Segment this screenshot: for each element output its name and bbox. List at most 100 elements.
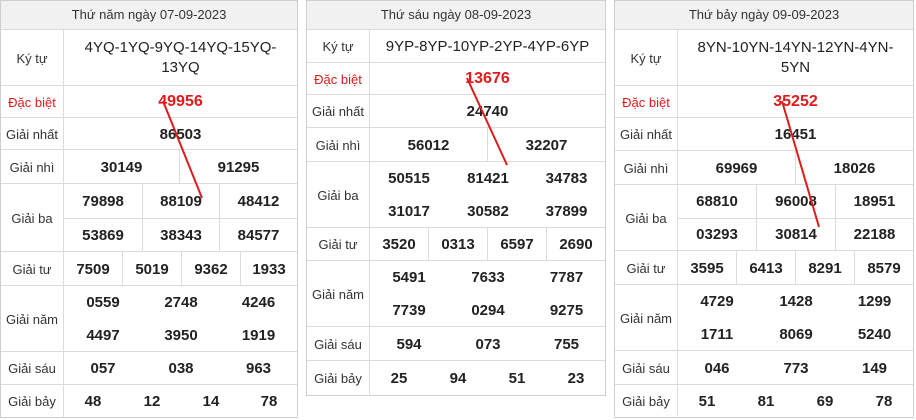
dac-biet-value: 13676 xyxy=(465,70,510,87)
giai-tu-label: Giải tư xyxy=(615,251,678,285)
giai-sau-label: Giải sáu xyxy=(615,351,678,385)
giai-nhat-value: 16451 xyxy=(774,126,817,143)
result-table-1: Thứ năm ngày 07-09-2023 Ký tự 4YQ-1YQ-9Y… xyxy=(0,0,298,418)
giai-sau-row: Giải sáu 594 073 755 xyxy=(307,326,605,361)
giai-sau-value: 046 xyxy=(704,359,730,377)
giai-nhi-row: Giải nhì 30149 91295 xyxy=(1,149,297,184)
giai-sau-value: 057 xyxy=(90,360,116,377)
ky-tu-label: Ký tự xyxy=(615,30,678,86)
giai-bay-label: Giải bảy xyxy=(1,385,64,418)
giai-nam-label: Giải năm xyxy=(307,261,370,327)
giai-ba-value: 96008 xyxy=(775,193,817,210)
table-title: Thứ sáu ngày 08-09-2023 xyxy=(307,1,605,30)
result-table-3: Thứ bảy ngày 09-09-2023 Ký tự 8YN-10YN-1… xyxy=(614,0,914,418)
giai-nam-value: 8069 xyxy=(779,326,813,343)
ky-tu-value: 8YN-10YN-14YN-12YN-4YN- 5YN xyxy=(697,39,894,76)
giai-bay-value: 51 xyxy=(508,370,526,387)
giai-ba-value: 48412 xyxy=(237,192,280,210)
giai-ba-value: 79898 xyxy=(82,192,124,210)
giai-tu-value: 7509 xyxy=(76,260,110,278)
giai-sau-value: 594 xyxy=(396,335,422,353)
giai-ba-value: 81421 xyxy=(467,170,509,187)
giai-nam-value: 4497 xyxy=(86,327,120,344)
giai-tu-value: 2690 xyxy=(559,236,593,253)
dac-biet-value: 35252 xyxy=(773,93,818,110)
giai-bay-value: 51 xyxy=(698,393,716,410)
giai-nam-value: 1711 xyxy=(700,326,734,343)
giai-nam-value: 0294 xyxy=(471,302,505,319)
giai-sau-value: 963 xyxy=(245,360,272,377)
giai-nhi-value: 32207 xyxy=(525,136,568,154)
giai-nhat-row: Giải nhất 24740 xyxy=(307,94,605,128)
giai-tu-value: 3595 xyxy=(690,259,724,277)
giai-tu-value: 6413 xyxy=(749,259,783,277)
giai-bay-value: 94 xyxy=(449,370,467,387)
ky-tu-value: 4YQ-1YQ-9YQ-14YQ-15YQ- 13YQ xyxy=(84,39,277,76)
dac-biet-row: Đặc biệt 49956 xyxy=(1,85,297,118)
giai-ba-value: 22188 xyxy=(853,226,896,243)
giai-nhat-value: 24740 xyxy=(466,103,509,120)
giai-tu-value: 5019 xyxy=(135,260,169,278)
ky-tu-label: Ký tự xyxy=(1,30,64,86)
giai-nam-row: Giải năm 0559 2748 4246 4497 3950 1919 xyxy=(1,285,297,352)
table-title: Thứ bảy ngày 09-09-2023 xyxy=(615,1,913,30)
giai-ba-value: 68810 xyxy=(696,193,738,210)
giai-sau-row: Giải sáu 057 038 963 xyxy=(1,351,297,385)
giai-sau-value: 773 xyxy=(783,359,809,377)
giai-ba-row: Giải ba 50515 81421 34783 31017 30582 37… xyxy=(307,161,605,228)
giai-sau-row: Giải sáu 046 773 149 xyxy=(615,350,913,385)
giai-tu-row: Giải tư 7509 5019 9362 1933 xyxy=(1,251,297,286)
giai-nam-value: 5491 xyxy=(392,269,426,286)
giai-nam-value: 4246 xyxy=(241,294,276,311)
giai-nhi-value: 56012 xyxy=(407,136,450,154)
giai-bay-value: 81 xyxy=(757,393,775,410)
giai-sau-value: 755 xyxy=(553,335,580,353)
giai-nhi-label: Giải nhì xyxy=(1,150,64,184)
giai-nhat-label: Giải nhất xyxy=(615,118,678,151)
giai-nhi-value: 18026 xyxy=(833,159,876,177)
giai-nhat-label: Giải nhất xyxy=(1,118,64,150)
dac-biet-value: 49956 xyxy=(158,93,203,110)
giai-ba-value: 37899 xyxy=(545,203,588,220)
giai-ba-value: 88109 xyxy=(160,192,202,210)
giai-tu-value: 8291 xyxy=(808,259,842,277)
giai-ba-value: 03293 xyxy=(696,226,738,243)
giai-tu-value: 1933 xyxy=(252,260,286,278)
giai-bay-value: 25 xyxy=(390,370,408,387)
giai-nam-label: Giải năm xyxy=(615,285,678,351)
giai-bay-value: 69 xyxy=(816,393,834,410)
giai-ba-value: 31017 xyxy=(388,203,430,220)
giai-tu-label: Giải tư xyxy=(307,228,370,261)
giai-nam-value: 1919 xyxy=(241,327,276,344)
dac-biet-label: Đặc biệt xyxy=(1,86,64,118)
table-title: Thứ năm ngày 07-09-2023 xyxy=(1,1,297,30)
giai-ba-value: 30814 xyxy=(775,226,817,243)
giai-nam-row: Giải năm 5491 7633 7787 7739 0294 9275 xyxy=(307,260,605,327)
giai-nhat-row: Giải nhất 86503 xyxy=(1,117,297,150)
giai-bay-value: 12 xyxy=(143,393,161,410)
giai-nam-value: 1428 xyxy=(779,293,813,310)
giai-nhi-label: Giải nhì xyxy=(615,151,678,185)
giai-nhat-label: Giải nhất xyxy=(307,95,370,128)
giai-tu-value: 8579 xyxy=(867,259,901,277)
giai-bay-value: 48 xyxy=(84,393,102,410)
giai-nam-label: Giải năm xyxy=(1,286,64,352)
giai-tu-value: 0313 xyxy=(441,236,475,253)
giai-nhat-value: 86503 xyxy=(159,125,202,143)
giai-ba-row: Giải ba 68810 96008 18951 03293 30814 22… xyxy=(615,184,913,251)
giai-ba-value: 50515 xyxy=(388,170,430,187)
giai-nam-value: 1299 xyxy=(857,293,892,310)
giai-nam-value: 0559 xyxy=(86,294,120,311)
giai-nam-value: 5240 xyxy=(857,326,892,343)
giai-ba-label: Giải ba xyxy=(307,162,370,228)
giai-sau-label: Giải sáu xyxy=(1,352,64,385)
giai-nhi-row: Giải nhì 56012 32207 xyxy=(307,127,605,162)
ky-tu-row: Ký tự 4YQ-1YQ-9YQ-14YQ-15YQ- 13YQ xyxy=(1,29,297,86)
giai-ba-value: 53869 xyxy=(82,226,124,244)
giai-tu-value: 3520 xyxy=(382,236,416,253)
giai-sau-value: 073 xyxy=(475,335,501,353)
giai-bay-row: Giải bảy 51 81 69 78 xyxy=(615,384,913,418)
giai-nam-value: 9275 xyxy=(549,302,584,319)
giai-bay-value: 78 xyxy=(260,393,278,410)
dac-biet-row: Đặc biệt 13676 xyxy=(307,62,605,95)
